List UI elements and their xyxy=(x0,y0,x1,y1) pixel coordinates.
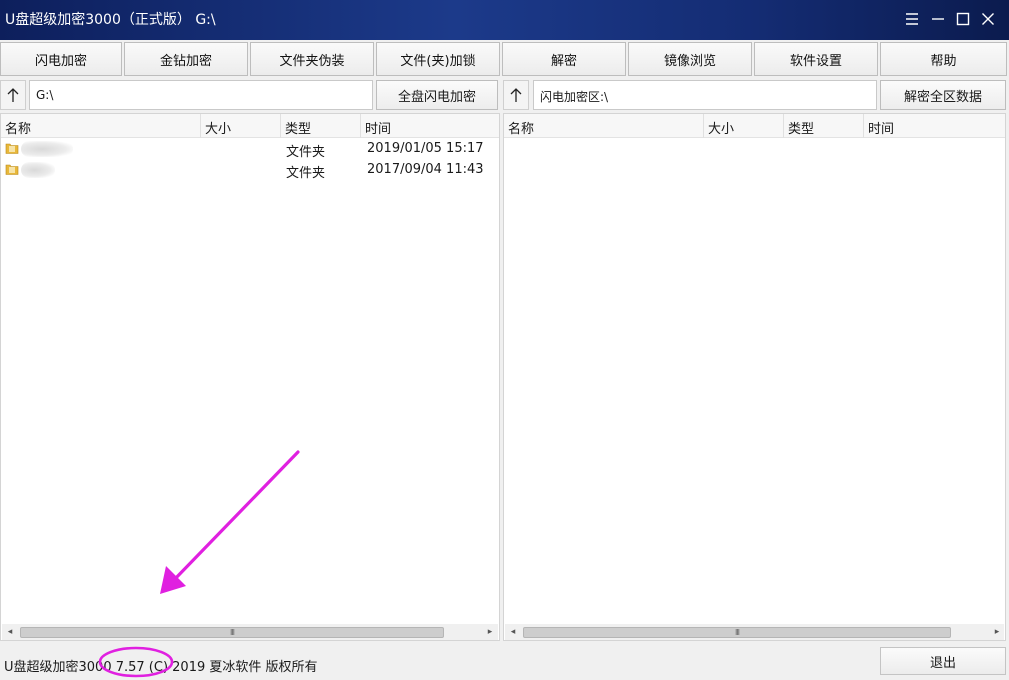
exit-button[interactable]: 退出 xyxy=(880,647,1006,675)
menu-icon[interactable] xyxy=(901,8,923,30)
settings-button[interactable]: 软件设置 xyxy=(754,42,878,76)
scroll-left-icon[interactable]: ◂ xyxy=(507,626,519,638)
right-file-list[interactable]: 名称 大小 类型 时间 ◂ III ▸ xyxy=(503,113,1006,641)
status-text: U盘超级加密3000 7.57 (C) 2019 夏冰软件 版权所有 xyxy=(4,660,318,675)
column-type[interactable]: 类型 xyxy=(281,114,361,138)
up-arrow-icon xyxy=(510,88,522,102)
file-time: 2017/09/04 11:43 xyxy=(367,162,484,177)
left-path-field[interactable]: G:\ xyxy=(29,80,373,110)
main-toolbar: 闪电加密 金钻加密 文件夹伪装 文件(夹)加锁 解密 镜像浏览 软件设置 帮助 xyxy=(0,42,1009,76)
decrypt-all-button[interactable]: 解密全区数据 xyxy=(880,80,1006,110)
scroll-right-icon[interactable]: ▸ xyxy=(991,626,1003,638)
table-row[interactable]: 文件夹 2017/09/04 11:43 xyxy=(1,160,499,181)
right-column-header: 名称 大小 类型 时间 xyxy=(504,114,1005,138)
left-column-header: 名称 大小 类型 时间 xyxy=(1,114,499,138)
decrypt-button[interactable]: 解密 xyxy=(502,42,626,76)
scroll-thumb[interactable]: III xyxy=(20,627,444,638)
column-size[interactable]: 大小 xyxy=(201,114,281,138)
column-name[interactable]: 名称 xyxy=(504,114,704,138)
help-button[interactable]: 帮助 xyxy=(880,42,1007,76)
scroll-right-icon[interactable]: ▸ xyxy=(484,626,496,638)
table-row[interactable]: 文件夹 2019/01/05 15:17 xyxy=(1,139,499,160)
column-type[interactable]: 类型 xyxy=(784,114,864,138)
file-type: 文件夹 xyxy=(286,145,326,160)
close-icon[interactable] xyxy=(977,8,999,30)
column-time[interactable]: 时间 xyxy=(864,114,1005,138)
file-time: 2019/01/05 15:17 xyxy=(367,141,484,156)
window-title: U盘超级加密3000（正式版） G:\ xyxy=(5,12,216,28)
file-lock-button[interactable]: 文件(夹)加锁 xyxy=(376,42,500,76)
right-up-button[interactable] xyxy=(503,80,529,110)
left-horizontal-scrollbar[interactable]: ◂ III ▸ xyxy=(2,624,498,640)
left-up-button[interactable] xyxy=(0,80,26,110)
diamond-encrypt-button[interactable]: 金钻加密 xyxy=(124,42,248,76)
right-horizontal-scrollbar[interactable]: ◂ III ▸ xyxy=(505,624,1004,640)
left-file-list[interactable]: 名称 大小 类型 时间 文件夹 2019/01/05 15:17 文件夹 201… xyxy=(0,113,500,641)
title-bar: U盘超级加密3000（正式版） G:\ xyxy=(0,0,1009,40)
file-type: 文件夹 xyxy=(286,166,326,181)
column-name[interactable]: 名称 xyxy=(1,114,201,138)
folder-icon xyxy=(5,143,19,154)
column-size[interactable]: 大小 xyxy=(704,114,784,138)
up-arrow-icon xyxy=(7,88,19,102)
column-time[interactable]: 时间 xyxy=(361,114,499,138)
folder-icon xyxy=(5,164,19,175)
maximize-icon[interactable] xyxy=(952,8,974,30)
minimize-icon[interactable] xyxy=(927,8,949,30)
flash-encrypt-button[interactable]: 闪电加密 xyxy=(0,42,122,76)
scroll-thumb[interactable]: III xyxy=(523,627,951,638)
mirror-browse-button[interactable]: 镜像浏览 xyxy=(628,42,752,76)
right-path-field[interactable]: 闪电加密区:\ xyxy=(533,80,877,110)
file-name-redacted xyxy=(21,162,55,178)
full-disk-flash-encrypt-button[interactable]: 全盘闪电加密 xyxy=(376,80,498,110)
file-name-redacted xyxy=(21,141,73,157)
folder-disguise-button[interactable]: 文件夹伪装 xyxy=(250,42,374,76)
scroll-left-icon[interactable]: ◂ xyxy=(4,626,16,638)
